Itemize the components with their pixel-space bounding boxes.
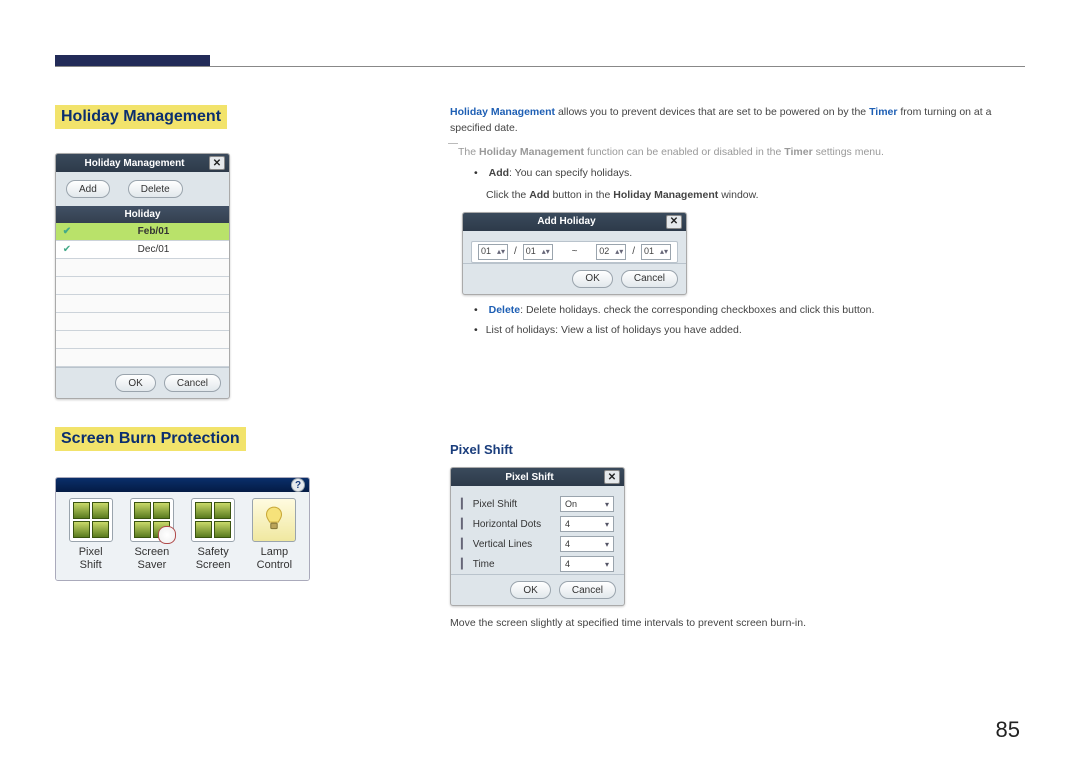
- dialog-footer: OK Cancel: [451, 574, 624, 605]
- dialog-body: ▎Pixel Shift On▾ ▎Horizontal Dots 4▾ ▎Ve…: [451, 486, 624, 574]
- tool-label: PixelShift: [62, 546, 119, 572]
- add-button[interactable]: Add: [66, 180, 110, 198]
- cancel-button[interactable]: Cancel: [621, 270, 678, 288]
- tool-lamp-control[interactable]: LampControl: [246, 498, 303, 572]
- cancel-button[interactable]: Cancel: [164, 374, 221, 392]
- panel-header: ?: [56, 478, 309, 492]
- table-header: Holiday: [56, 206, 229, 223]
- section-screen-burn: Screen Burn Protection ? PixelShift: [55, 427, 415, 581]
- setting-row: ▎Vertical Lines 4▾: [461, 534, 614, 554]
- from-day-spin[interactable]: 01▴▾: [523, 244, 553, 260]
- tool-safety-screen[interactable]: SafetyScreen: [185, 498, 242, 572]
- close-icon[interactable]: ✕: [666, 215, 682, 229]
- page: Holiday Management Holiday Management ✕ …: [0, 0, 1080, 763]
- setting-label: Pixel Shift: [473, 499, 517, 510]
- help-icon[interactable]: ?: [291, 478, 305, 492]
- setting-row: ▎Pixel Shift On▾: [461, 494, 614, 514]
- pixel-shift-desc: Move the screen slightly at specified ti…: [450, 616, 1020, 632]
- ok-button[interactable]: OK: [572, 270, 612, 288]
- checkbox-icon[interactable]: ✔: [56, 226, 78, 237]
- setting-row: ▎Horizontal Dots 4▾: [461, 514, 614, 534]
- brand-bar: [55, 55, 210, 66]
- dialog-footer: OK Cancel: [463, 263, 686, 294]
- screen-saver-icon: [130, 498, 174, 542]
- table-row: [56, 331, 229, 349]
- setting-label: Horizontal Dots: [473, 519, 541, 530]
- list-item: List of holidays: View a list of holiday…: [474, 323, 1020, 339]
- dialog-body: 01▴▾ / 01▴▾ ~ 02▴▾ / 01▴▾: [463, 231, 686, 263]
- tool-screen-saver[interactable]: ScreenSaver: [123, 498, 180, 572]
- add-instruction: Click the Add button in the Holiday Mana…: [486, 188, 1020, 204]
- tool-label: LampControl: [246, 546, 303, 572]
- safety-screen-icon: [191, 498, 235, 542]
- table-row: [56, 349, 229, 367]
- dialog-titlebar: Add Holiday ✕: [463, 213, 686, 231]
- table-row[interactable]: ✔ Feb/01: [56, 223, 229, 241]
- time-dropdown[interactable]: 4▾: [560, 556, 614, 572]
- panel-body: PixelShift ScreenSaver SafetyScreen: [56, 492, 309, 580]
- dialog-title: Add Holiday: [467, 214, 666, 229]
- to-day-spin[interactable]: 01▴▾: [641, 244, 671, 260]
- page-number: 85: [996, 717, 1020, 743]
- holiday-management-dialog: Holiday Management ✕ Add Delete Holiday …: [55, 153, 230, 399]
- setting-row: ▎Time 4▾: [461, 554, 614, 574]
- left-column: Holiday Management Holiday Management ✕ …: [55, 105, 415, 632]
- checkbox-icon[interactable]: ✔: [56, 244, 78, 255]
- section-title-holiday-management: Holiday Management: [55, 105, 227, 129]
- vertical-lines-dropdown[interactable]: 4▾: [560, 536, 614, 552]
- table-row: [56, 259, 229, 277]
- date-range-row: 01▴▾ / 01▴▾ ~ 02▴▾ / 01▴▾: [471, 241, 678, 263]
- tool-label: ScreenSaver: [123, 546, 180, 572]
- close-icon[interactable]: ✕: [604, 470, 620, 484]
- dialog-titlebar: Pixel Shift ✕: [451, 468, 624, 486]
- cancel-button[interactable]: Cancel: [559, 581, 616, 599]
- slash: /: [632, 244, 635, 259]
- ok-button[interactable]: OK: [115, 374, 155, 392]
- pixel-shift-dialog: Pixel Shift ✕ ▎Pixel Shift On▾ ▎Horizont…: [450, 467, 625, 606]
- from-month-spin[interactable]: 01▴▾: [478, 244, 508, 260]
- setting-label: Time: [473, 559, 495, 570]
- to-month-spin[interactable]: 02▴▾: [596, 244, 626, 260]
- columns: Holiday Management Holiday Management ✕ …: [55, 105, 1020, 632]
- top-rule: [55, 66, 1025, 67]
- hm-term: Holiday Management: [450, 106, 555, 118]
- holiday-mgmt-text: Holiday Management allows you to prevent…: [450, 105, 1020, 338]
- pixel-shift-dropdown[interactable]: On▾: [560, 496, 614, 512]
- add-holiday-dialog: Add Holiday ✕ 01▴▾ / 01▴▾ ~ 02▴▾ /: [462, 212, 687, 295]
- screen-burn-panel: ? PixelShift ScreenSaver: [55, 477, 310, 581]
- timer-term: Timer: [869, 106, 897, 118]
- table-row: [56, 295, 229, 313]
- table-row: [56, 313, 229, 331]
- dialog-titlebar: Holiday Management ✕: [56, 154, 229, 172]
- subsection-title-pixel-shift: Pixel Shift: [450, 442, 1020, 457]
- tool-pixel-shift[interactable]: PixelShift: [62, 498, 119, 572]
- slash: /: [514, 244, 517, 259]
- table-row[interactable]: ✔ Dec/01: [56, 241, 229, 259]
- list-item: Delete: Delete holidays. check the corre…: [474, 303, 1020, 319]
- tool-label: SafetyScreen: [185, 546, 242, 572]
- delete-button[interactable]: Delete: [128, 180, 183, 198]
- pixel-shift-icon: [69, 498, 113, 542]
- lamp-control-icon: [252, 498, 296, 542]
- table-row: [56, 277, 229, 295]
- ok-button[interactable]: OK: [510, 581, 550, 599]
- horizontal-dots-dropdown[interactable]: 4▾: [560, 516, 614, 532]
- dialog-title: Pixel Shift: [455, 472, 604, 483]
- range-separator: ~: [559, 244, 590, 259]
- holiday-date: Feb/01: [78, 226, 229, 237]
- dialog-title: Holiday Management: [60, 158, 209, 169]
- right-column: Holiday Management allows you to prevent…: [415, 105, 1020, 632]
- list-item: Add: You can specify holidays.: [474, 166, 1020, 182]
- dialog-toolbar: Add Delete: [56, 172, 229, 206]
- holiday-date: Dec/01: [78, 244, 229, 255]
- close-icon[interactable]: ✕: [209, 156, 225, 170]
- pixel-shift-section: Pixel Shift Pixel Shift ✕ ▎Pixel Shift O…: [450, 442, 1020, 632]
- section-title-screen-burn: Screen Burn Protection: [55, 427, 246, 451]
- holiday-table: Holiday ✔ Feb/01 ✔ Dec/01: [56, 206, 229, 367]
- setting-label: Vertical Lines: [473, 539, 532, 550]
- dialog-footer: OK Cancel: [56, 367, 229, 398]
